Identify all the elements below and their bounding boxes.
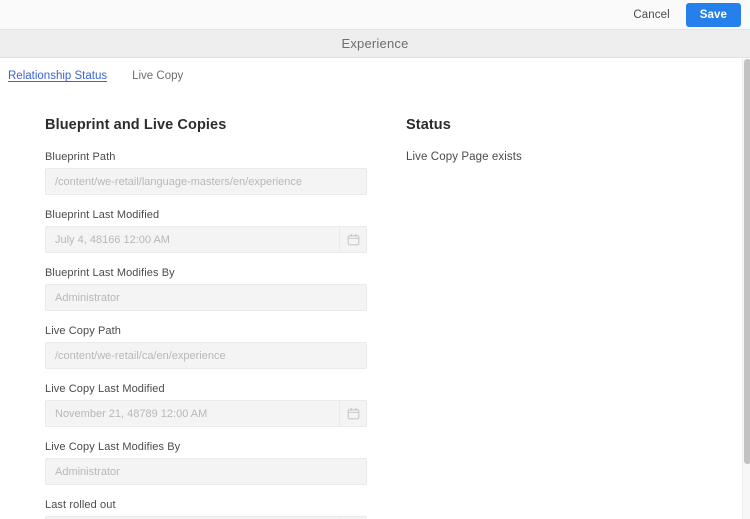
section-heading-status: Status [406,117,451,133]
save-button[interactable]: Save [685,2,741,27]
vertical-scrollbar-track[interactable] [742,59,750,519]
field-blueprint-path: Blueprint Path [45,151,375,195]
field-label-last-rolled-out: Last rolled out [45,499,116,511]
blueprint-last-modifies-by-input[interactable] [45,284,367,311]
content-area: Blueprint and Live Copies Blueprint Path… [0,93,742,519]
field-last-rolled-out: Last rolled out [45,499,375,519]
field-label-blueprint-last-modified: Blueprint Last Modified [45,209,160,221]
live-copy-path-input[interactable] [45,342,367,369]
field-blueprint-last-modified: Blueprint Last Modified [45,209,375,253]
field-live-copy-last-modified: Live Copy Last Modified [45,383,375,427]
calendar-icon-button-live-copy-last-modified[interactable] [339,401,366,426]
calendar-icon [347,234,359,246]
field-label-live-copy-path: Live Copy Path [45,325,121,337]
input-wrap-live-copy-path [45,342,367,369]
tab-live-copy[interactable]: Live Copy [132,69,196,83]
tab-relationship-status[interactable]: Relationship Status [8,69,120,99]
field-label-live-copy-last-modifies-by: Live Copy Last Modifies By [45,441,181,453]
blueprint-last-modified-input[interactable] [45,226,367,253]
live-copy-last-modifies-by-input[interactable] [45,458,367,485]
input-wrap-live-copy-last-modifies-by [45,458,367,485]
calendar-icon-button-blueprint-last-modified[interactable] [339,227,366,252]
field-label-blueprint-last-modifies-by: Blueprint Last Modifies By [45,267,175,279]
calendar-icon [347,408,359,420]
top-action-bar: Cancel Save [0,0,750,29]
vertical-scrollbar-thumb[interactable] [744,59,750,464]
field-label-blueprint-path: Blueprint Path [45,151,116,163]
status-section: Status Live Copy Page exists [406,117,706,519]
title-band: Experience [0,29,750,58]
tab-bar: Relationship Status Live Copy [0,59,742,99]
blueprint-path-input[interactable] [45,168,367,195]
input-wrap-blueprint-path [45,168,367,195]
field-live-copy-last-modifies-by: Live Copy Last Modifies By [45,441,375,485]
input-wrap-live-copy-last-modified [45,400,367,427]
live-copy-last-modified-input[interactable] [45,400,367,427]
blueprint-and-live-copies-section: Blueprint and Live Copies Blueprint Path… [45,117,375,519]
field-label-live-copy-last-modified: Live Copy Last Modified [45,383,165,395]
field-live-copy-path: Live Copy Path [45,325,375,369]
page-title: Experience [341,36,409,51]
field-blueprint-last-modifies-by: Blueprint Last Modifies By [45,267,375,311]
cancel-button[interactable]: Cancel [625,5,677,25]
input-wrap-blueprint-last-modified [45,226,367,253]
status-line-live-copy-page-exists: Live Copy Page exists [406,151,522,163]
section-heading-blueprint: Blueprint and Live Copies [45,117,227,133]
input-wrap-blueprint-last-modifies-by [45,284,367,311]
